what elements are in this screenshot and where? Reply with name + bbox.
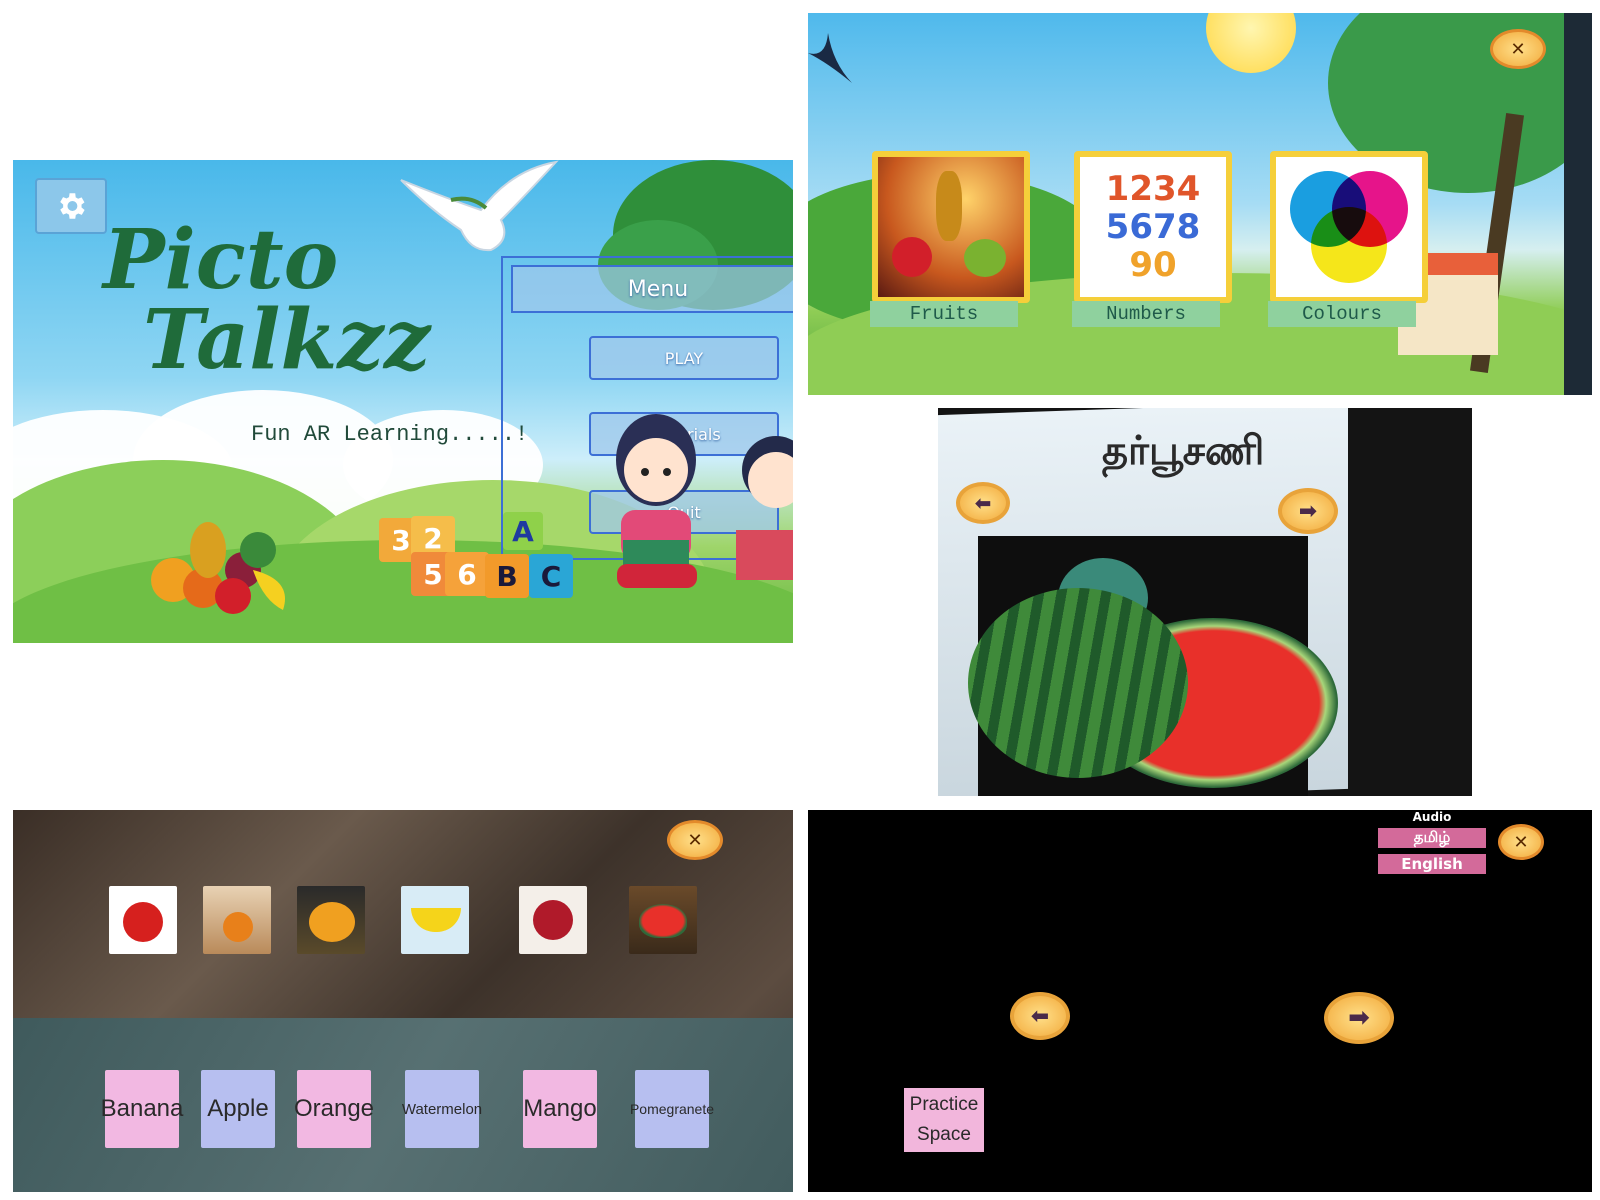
- letter-block: B: [485, 554, 529, 598]
- english-audio-button[interactable]: English: [1378, 854, 1486, 874]
- tamil-word-label: தர்பூசணி: [1102, 428, 1265, 474]
- fruit-thumbnail-banana[interactable]: [401, 886, 469, 954]
- numbers-image: 1234 5678 90: [1086, 163, 1220, 291]
- arrow-right-icon: ➡: [1348, 1003, 1370, 1033]
- close-icon: ✕: [1513, 831, 1529, 853]
- previous-button[interactable]: ⬅: [1010, 992, 1070, 1040]
- name-card-pomegranete[interactable]: Pomegranete: [630, 1070, 714, 1148]
- digits-row: 5678: [1105, 207, 1201, 247]
- mango-shape: [309, 902, 355, 942]
- main-menu-screen: Picto Talkzz Fun AR Learning.....! Menu …: [13, 160, 793, 643]
- next-button[interactable]: ➡: [1278, 488, 1338, 534]
- practice-line-2: Space: [917, 1124, 971, 1145]
- apple-shape: [892, 237, 932, 277]
- category-card-fruits[interactable]: [872, 151, 1030, 303]
- pomegranate-shape: [533, 900, 573, 940]
- next-button[interactable]: ➡: [1324, 992, 1394, 1044]
- close-button[interactable]: ✕: [1490, 29, 1546, 69]
- play-button[interactable]: PLAY: [589, 336, 779, 380]
- fruit-thumbnail-pomegranate[interactable]: [519, 886, 587, 954]
- app-logo-title: Picto Talkzz: [103, 219, 431, 388]
- category-card-numbers[interactable]: 1234 5678 90: [1074, 151, 1232, 303]
- gear-icon: [60, 193, 85, 219]
- arrow-left-icon: ⬅: [1030, 1003, 1050, 1029]
- close-button[interactable]: ✕: [667, 820, 723, 860]
- scroll-edge: [1564, 13, 1592, 395]
- watermelon-shape: [639, 904, 687, 938]
- letter-block: A: [503, 512, 543, 550]
- tamil-audio-button[interactable]: தமிழ்: [1378, 828, 1486, 848]
- fruit-thumbnail-orange[interactable]: [203, 886, 271, 954]
- apple-shape: [123, 902, 163, 942]
- orange-shape: [223, 912, 253, 942]
- name-card-watermelon[interactable]: Watermelon: [402, 1070, 482, 1148]
- category-label-colours[interactable]: Colours: [1268, 301, 1416, 327]
- boy-reading-illustration: [736, 436, 793, 580]
- audio-label: Audio: [1412, 810, 1452, 824]
- swallow-bird: [808, 33, 852, 83]
- fruit-basket-illustration: [151, 522, 285, 614]
- digits-row: 1234: [1105, 169, 1201, 209]
- letter-block: C: [529, 554, 573, 598]
- ar-camera-view: தர்பூசணி ⬅ ➡: [938, 408, 1472, 796]
- menu-title: Menu: [511, 265, 793, 313]
- close-button[interactable]: ✕: [1498, 824, 1544, 860]
- audio-practice-screen: Audio தமிழ் English ✕ ⬅ ➡ Practice Space: [808, 810, 1592, 1192]
- digits-row: 90: [1129, 245, 1177, 285]
- name-card-apple[interactable]: Apple: [201, 1070, 275, 1148]
- practice-line-1: Practice: [909, 1094, 979, 1115]
- fruit-thumbnail-mango[interactable]: [297, 886, 365, 954]
- name-card-orange[interactable]: Orange: [294, 1070, 374, 1148]
- fruit-thumbnail-apple[interactable]: [109, 886, 177, 954]
- fruit-thumbnail-watermelon[interactable]: [629, 886, 697, 954]
- category-card-colours[interactable]: [1270, 151, 1428, 303]
- category-label-numbers[interactable]: Numbers: [1072, 301, 1220, 327]
- banana-shape: [411, 908, 461, 932]
- practice-space-label: Practice Space: [910, 1090, 979, 1150]
- kiwi-shape: [964, 239, 1006, 277]
- name-card-mango[interactable]: Mango: [523, 1070, 597, 1148]
- name-card-banana[interactable]: Banana: [101, 1070, 183, 1148]
- close-icon: ✕: [1510, 38, 1526, 60]
- practice-space-button[interactable]: Practice Space: [904, 1088, 984, 1152]
- previous-button[interactable]: ⬅: [956, 482, 1010, 524]
- tagline: Fun AR Learning.....!: [251, 422, 529, 447]
- number-block: 6: [445, 552, 489, 596]
- sun: [1206, 13, 1296, 73]
- arrow-left-icon: ⬅: [974, 491, 992, 515]
- colour-wheel-image: [1290, 171, 1408, 283]
- category-label-fruits[interactable]: Fruits: [870, 301, 1018, 327]
- close-icon: ✕: [687, 829, 703, 851]
- arrow-right-icon: ➡: [1298, 498, 1318, 524]
- logo-line-2: Talkzz: [143, 292, 431, 388]
- fruit-matching-screen: ✕ Banana Apple Orange Watermelon Mango P…: [13, 810, 793, 1192]
- pineapple-shape: [936, 171, 962, 241]
- watermelon-3d-model: [968, 588, 1188, 778]
- settings-button[interactable]: [35, 178, 107, 234]
- girl-reading-illustration: [616, 414, 697, 588]
- category-select-screen: ✕ Fruits 1234 5678 90 Numbers Colours: [808, 13, 1592, 395]
